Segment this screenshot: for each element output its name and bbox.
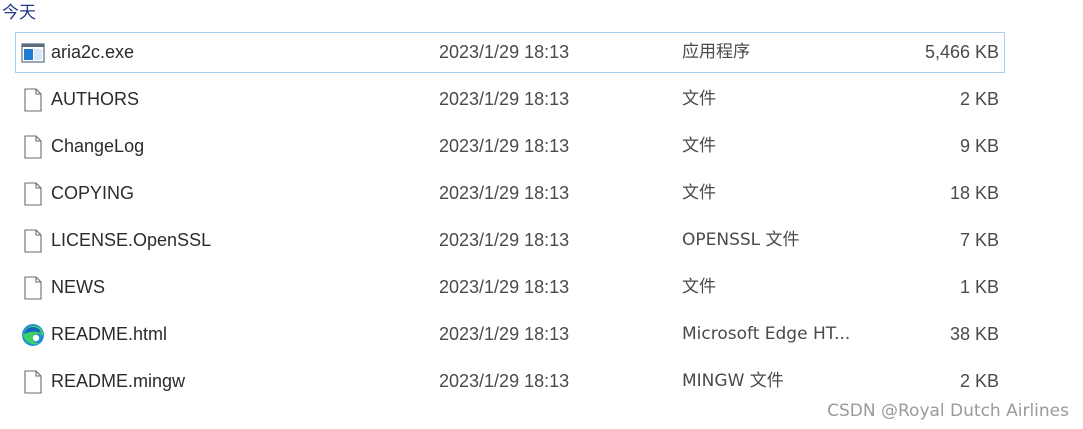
file-size: 2 KB (959, 89, 999, 109)
file-type: MINGW 文件 (682, 371, 784, 391)
file-row-changelog[interactable]: ChangeLog 2023/1/29 18:13 文件 9 KB (15, 126, 1005, 167)
file-row-aria2c[interactable]: aria2c.exe 2023/1/29 18:13 应用程序 5,466 KB (15, 32, 1005, 73)
file-row-authors[interactable]: AUTHORS 2023/1/29 18:13 文件 2 KB (15, 79, 1005, 120)
file-name: README.html (51, 324, 168, 344)
file-row-license-openssl[interactable]: LICENSE.OpenSSL 2023/1/29 18:13 OPENSSL … (15, 220, 1005, 261)
file-name: LICENSE.OpenSSL (51, 230, 212, 250)
file-size: 1 KB (959, 277, 999, 297)
exe-icon (21, 41, 45, 65)
file-type: 文件 (682, 136, 716, 156)
watermark: CSDN @Royal Dutch Airlines (827, 401, 1069, 421)
file-date: 2023/1/29 18:13 (439, 277, 570, 297)
file-size: 2 KB (959, 371, 999, 391)
edge-icon (21, 323, 45, 347)
file-list: aria2c.exe 2023/1/29 18:13 应用程序 5,466 KB… (15, 32, 1005, 408)
file-date: 2023/1/29 18:13 (439, 183, 570, 203)
file-date: 2023/1/29 18:13 (439, 136, 570, 156)
file-type: 文件 (682, 89, 716, 109)
file-name: aria2c.exe (51, 42, 135, 62)
file-name: AUTHORS (51, 89, 140, 109)
file-icon (21, 276, 45, 300)
file-explorer-list: 今天 aria2c.exe 2023/1/29 18:13 应用程序 5,466… (0, 0, 1083, 429)
file-icon (21, 135, 45, 159)
file-date: 2023/1/29 18:13 (439, 230, 570, 250)
file-type: 文件 (682, 277, 716, 297)
group-header-today[interactable]: 今天 (2, 0, 36, 26)
file-icon (21, 182, 45, 206)
file-date: 2023/1/29 18:13 (439, 42, 570, 62)
file-date: 2023/1/29 18:13 (439, 324, 570, 344)
file-name: COPYING (51, 183, 135, 203)
file-date: 2023/1/29 18:13 (439, 89, 570, 109)
file-icon (21, 229, 45, 253)
file-name: NEWS (51, 277, 105, 297)
file-size: 18 KB (949, 183, 999, 203)
file-row-copying[interactable]: COPYING 2023/1/29 18:13 文件 18 KB (15, 173, 1005, 214)
file-row-news[interactable]: NEWS 2023/1/29 18:13 文件 1 KB (15, 267, 1005, 308)
file-size: 7 KB (959, 230, 999, 250)
file-type: Microsoft Edge HT... (682, 324, 851, 344)
file-size: 9 KB (959, 136, 999, 156)
file-type: 应用程序 (682, 42, 750, 62)
file-icon (21, 370, 45, 394)
file-row-readme-html[interactable]: README.html 2023/1/29 18:13 Microsoft Ed… (15, 314, 1005, 355)
file-type: 文件 (682, 183, 716, 203)
file-size: 38 KB (949, 324, 999, 344)
file-name: ChangeLog (51, 136, 145, 156)
file-date: 2023/1/29 18:13 (439, 371, 570, 391)
file-type: OPENSSL 文件 (682, 230, 800, 250)
file-icon (21, 88, 45, 112)
file-size: 5,466 KB (924, 42, 999, 62)
file-row-readme-mingw[interactable]: README.mingw 2023/1/29 18:13 MINGW 文件 2 … (15, 361, 1005, 402)
file-name: README.mingw (51, 371, 186, 391)
